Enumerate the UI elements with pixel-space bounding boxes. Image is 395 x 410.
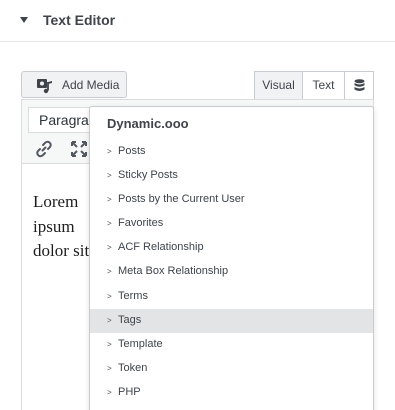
dropdown-item-label: PHP [118,385,141,398]
dropdown-title: Dynamic.ooo [107,116,189,131]
chevron-right-icon: > [107,147,112,156]
database-icon [354,79,365,91]
dropdown-list: > Posts > Sticky Posts > Posts by the Curre… [90,140,373,405]
section-header[interactable]: Text Editor [0,0,395,42]
dropdown-item-sticky-posts[interactable]: > Sticky Posts [90,164,373,188]
chevron-right-icon: > [107,291,112,301]
chevron-right-icon: > [107,363,112,373]
dropdown-item-php[interactable]: > PHP [90,381,373,405]
editor-tabs: Visual Text [254,71,374,100]
dropdown-item-favorites[interactable]: > Favorites [90,212,373,236]
dropdown-item-label: Tags [118,313,142,326]
dropdown-item-acf-relationship[interactable]: > ACF Relationship [90,236,373,260]
chevron-right-icon: > [107,219,112,229]
dropdown-item-posts-current-user[interactable]: > Posts by the Current User [90,188,373,212]
dropdown-item-template[interactable]: > Template [90,333,373,357]
tab-dynamic[interactable] [344,71,374,100]
dropdown-item-token[interactable]: > Token [90,357,373,381]
media-icon [37,79,52,94]
caret-down-icon[interactable] [20,17,28,23]
link-icon[interactable] [35,140,53,158]
dropdown-item-label: Meta Box Relationship [118,265,229,278]
chevron-right-icon: > [107,315,112,325]
chevron-right-icon: > [107,339,112,349]
dropdown-item-posts[interactable]: > Posts [90,140,373,164]
chevron-right-icon: > [107,171,112,181]
dropdown-item-label: ACF Relationship [118,241,204,254]
dropdown-item-label: Template [118,337,163,350]
chevron-right-icon: > [107,195,112,205]
add-media-label: Add Media [62,78,120,92]
dynamic-dropdown: Dynamic.ooo > Posts > Sticky Posts > Posts … [89,106,374,410]
chevron-right-icon: > [107,387,112,397]
dropdown-item-label: Posts by the Current User [118,193,245,206]
dropdown-item-label: Sticky Posts [118,169,178,182]
section-title: Text Editor [43,12,116,28]
dropdown-item-label: Terms [118,289,148,302]
dropdown-item-terms[interactable]: > Terms [90,285,373,309]
dropdown-item-label: Favorites [118,217,164,230]
dropdown-item-label: Token [118,361,148,374]
fullscreen-icon[interactable] [70,140,88,158]
dropdown-item-label: Posts [118,145,146,157]
chevron-right-icon: > [107,267,112,277]
tab-text[interactable]: Text [302,71,345,100]
dropdown-item-meta-box-relationship[interactable]: > Meta Box Relationship [90,260,373,284]
chevron-right-icon: > [107,243,112,253]
add-media-button[interactable]: Add Media [21,71,127,98]
tab-visual[interactable]: Visual [254,71,303,100]
dropdown-item-tags[interactable]: > Tags [90,308,373,333]
